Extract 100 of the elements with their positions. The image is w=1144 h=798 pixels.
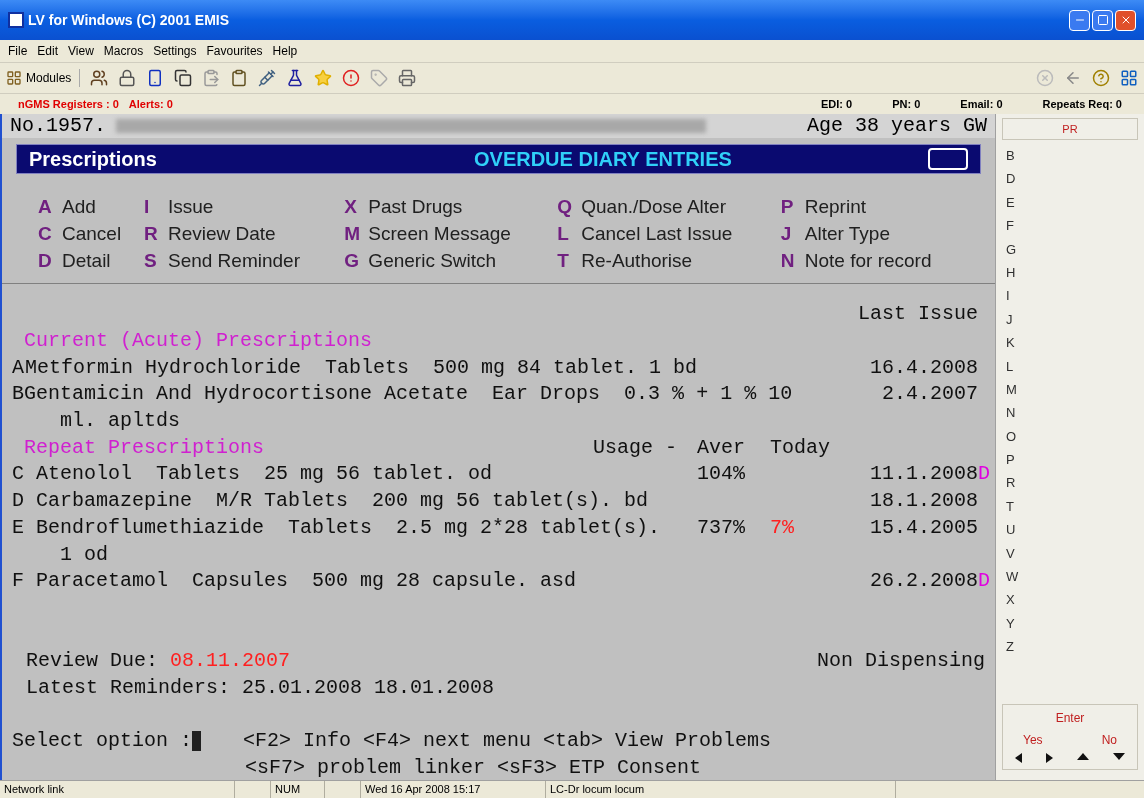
section-subtitle: OVERDUE DIARY ENTRIES [474,147,732,172]
flask-icon[interactable] [286,69,305,87]
section-heading: Current (Acute) Prescriptions [23,328,373,355]
option-key: C [38,220,52,249]
no-option[interactable]: No [1101,731,1117,749]
index-letter[interactable]: W [1006,565,1138,589]
dispensed-flag-label: D [978,462,990,486]
people-icon[interactable] [90,69,109,87]
index-letter[interactable]: D [1006,167,1138,191]
option-key: G [344,247,359,276]
up-arrow-icon[interactable] [1077,753,1089,760]
option-label[interactable]: Alter Type [804,220,890,249]
option-key: T [557,247,572,276]
window-icon[interactable] [1120,69,1138,87]
drug-description: 1 od [59,541,108,568]
option-label[interactable]: Review Date [167,220,276,249]
maximize-icon [1096,14,1109,26]
last-issue-date: 11.1.2008 [869,462,978,486]
index-letter[interactable]: B [1006,144,1138,168]
section-heading: Repeat Prescriptions [23,434,265,461]
option-label[interactable]: Re-Authorise [581,247,693,276]
right-arrow-icon[interactable] [1046,753,1053,763]
registers-count: nGMS Registers : 0 [18,96,119,112]
index-letter[interactable]: U [1006,518,1138,542]
index-letter[interactable]: X [1006,588,1138,612]
function-keys-hint: <F2> Info <F4> next menu <tab> View Problems [243,728,772,755]
index-letter[interactable]: Y [1006,611,1138,636]
index-letter[interactable]: R [1006,471,1138,495]
back-icon[interactable] [1064,69,1082,87]
maximize-button[interactable] [1092,9,1113,31]
index-letter[interactable]: Z [1006,635,1138,659]
down-arrow-icon[interactable] [1113,753,1125,760]
layout-icon [928,148,968,170]
index-letter[interactable]: M [1006,377,1138,402]
usage-average: Aver [697,435,745,459]
last-issue-date: Last Issue [857,302,978,326]
index-letter[interactable]: I [1006,284,1138,308]
modules-button[interactable]: Modules [6,69,81,87]
option-key: X [344,193,359,222]
prompt-label: Select option : [12,728,193,755]
index-letter[interactable]: L [1006,354,1138,378]
option-label[interactable]: Past Drugs [368,193,463,222]
menu-item[interactable]: Favourites [206,42,263,60]
option-label[interactable]: Screen Message [368,220,511,249]
menu-item[interactable]: Edit [37,42,59,60]
index-letter[interactable]: H [1006,260,1138,285]
index-letter[interactable]: E [1006,190,1138,215]
option-label[interactable]: Generic Switch [368,247,497,276]
index-letter[interactable]: K [1006,331,1138,355]
index-letter[interactable]: V [1006,541,1138,566]
menu-item[interactable]: File [8,42,28,60]
option-label[interactable]: Detail [62,247,111,276]
menu-item[interactable]: Settings [153,42,197,60]
review-label: Review Due: [26,647,159,674]
panel-header: PR [1002,118,1138,140]
option-label[interactable]: Add [62,193,96,222]
usage-average: 104% [697,462,745,486]
usage-today: Today [770,435,830,459]
option-label[interactable]: Note for record [804,247,932,276]
option-label[interactable]: Issue [167,193,214,222]
option-label[interactable]: Cancel Last Issue [581,220,733,249]
minimize-button[interactable] [1069,9,1090,31]
review-date: 08.11.2007 [170,647,291,674]
enter-label[interactable]: Enter [1055,709,1085,727]
menu-item[interactable]: Help [272,42,298,60]
window-title: LV for Windows (C) 2001 EMIS [28,10,230,30]
close-button[interactable] [1115,9,1136,31]
latest-reminders: Latest Reminders: 25.01.2008 18.01.2008 [26,674,495,701]
option-label[interactable]: Quan./Dose Alter [581,193,726,222]
copy-icon[interactable] [174,69,193,87]
option-label[interactable]: Send Reminder [167,247,300,276]
alert-icon[interactable] [342,69,361,87]
last-issue-date: 26.2.2008 [869,569,978,593]
app-icon [8,12,24,28]
lock-icon[interactable] [118,69,137,87]
item-letter[interactable]: F [12,566,36,597]
option-label[interactable]: Cancel [62,220,122,249]
index-letter[interactable]: G [1006,237,1138,261]
option-label[interactable]: Reprint [804,193,866,222]
index-letter[interactable]: F [1006,214,1138,238]
index-letter[interactable]: T [1006,494,1138,519]
index-letter[interactable]: O [1006,424,1138,449]
status-field: NUM [275,781,301,798]
drug-description[interactable]: Paracetamol Capsules 500 mg 28 capsule. asd [36,566,577,597]
printer-icon[interactable] [398,69,417,87]
star-icon[interactable] [314,69,333,87]
option-key: N [780,247,795,276]
menu-item[interactable]: View [68,42,94,60]
section-title: Prescriptions [29,147,158,172]
grid-icon [6,70,22,86]
menu-item[interactable]: Macros [103,42,144,60]
last-issue-date: 16.4.2008 [869,355,978,379]
index-letter[interactable]: N [1006,401,1138,425]
index-letter[interactable]: P [1006,448,1138,472]
index-letter[interactable]: J [1006,307,1138,332]
syringe-icon[interactable] [258,69,277,87]
left-arrow-icon[interactable] [1015,753,1022,763]
yes-option[interactable]: Yes [1023,731,1043,749]
help-icon[interactable] [1092,69,1110,87]
clipboard-icon[interactable] [230,69,249,87]
